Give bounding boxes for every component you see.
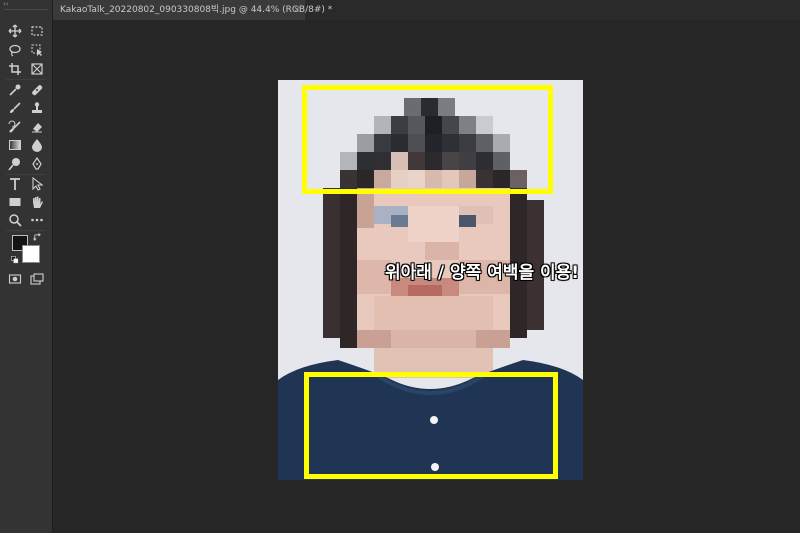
panel-grip[interactable] xyxy=(4,9,48,10)
rectangle-icon[interactable] xyxy=(7,194,23,210)
gradient-icon[interactable] xyxy=(7,137,23,153)
eraser-icon[interactable] xyxy=(29,119,45,135)
brush-icon[interactable] xyxy=(7,100,23,116)
type-icon[interactable] xyxy=(7,176,23,192)
stamp-icon[interactable] xyxy=(29,100,45,116)
document-tab[interactable]: KakaoTalk_20220802_090330808빅.jpg @ 44.4… xyxy=(53,0,332,20)
tool-panel: ‹‹ xyxy=(0,0,53,533)
close-tab-icon[interactable]: × xyxy=(292,0,302,20)
eyedropper-icon[interactable] xyxy=(7,82,23,98)
lasso-icon[interactable] xyxy=(7,42,23,58)
swap-colors-icon[interactable] xyxy=(32,232,42,242)
screen-mode-icon[interactable] xyxy=(29,271,45,287)
dodge-icon[interactable] xyxy=(7,156,23,172)
droplet-icon[interactable] xyxy=(29,137,45,153)
collapse-panel-icon[interactable]: ‹‹ xyxy=(3,0,15,8)
history-brush-icon[interactable] xyxy=(7,119,23,135)
frame-icon[interactable] xyxy=(29,61,45,77)
top-margin-highlight xyxy=(302,85,553,194)
move-tool-icon[interactable] xyxy=(7,23,23,39)
ellipsis-icon[interactable] xyxy=(29,212,45,228)
arrow-icon[interactable] xyxy=(29,176,45,192)
default-colors-icon[interactable] xyxy=(10,255,20,265)
crop-icon[interactable] xyxy=(7,61,23,77)
bottom-margin-highlight xyxy=(304,372,558,479)
background-color-swatch[interactable] xyxy=(22,245,40,263)
document-tab-bar: KakaoTalk_20220802_090330808빅.jpg @ 44.4… xyxy=(53,0,800,20)
quick-mask-icon[interactable] xyxy=(7,271,23,287)
pen-icon[interactable] xyxy=(29,156,45,172)
rect-marquee-icon[interactable] xyxy=(29,23,45,39)
bandage-icon[interactable] xyxy=(29,82,45,98)
annotation-text: 위아래 / 양쪽 여백을 이용! xyxy=(385,263,580,283)
hand-icon[interactable] xyxy=(29,194,45,210)
photoshop-window: ‹‹ KakaoTalk_20220802_090330808빅.jpg @ 4… xyxy=(0,0,800,533)
zoom-icon[interactable] xyxy=(7,212,23,228)
object-select-icon[interactable] xyxy=(29,42,45,58)
